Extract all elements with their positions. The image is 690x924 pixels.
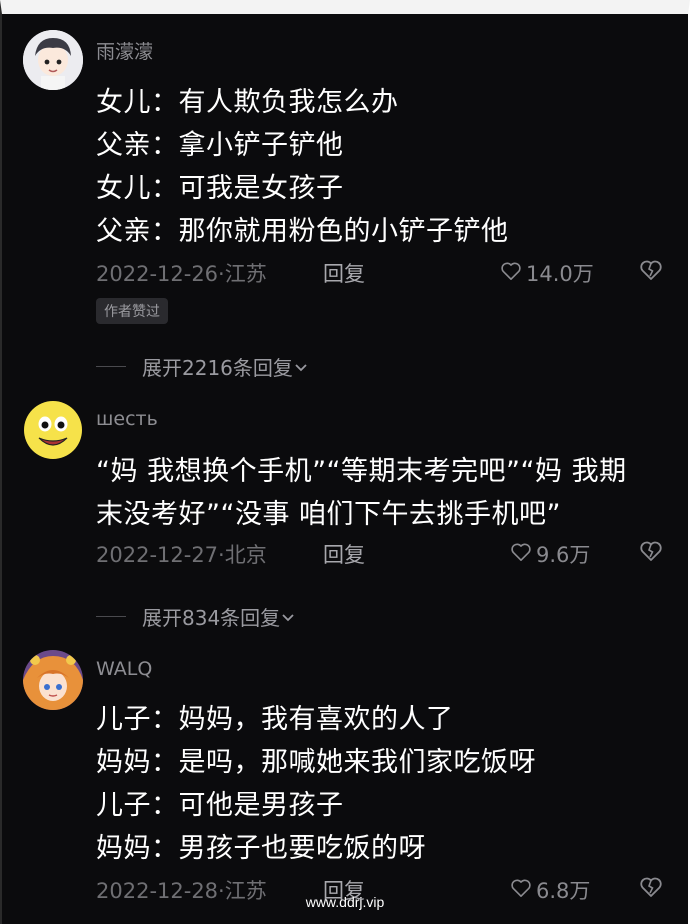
- comment-text-line: 父亲：那你就用粉色的小铲子铲他: [96, 216, 509, 247]
- like-count: 9.6万: [536, 543, 591, 567]
- divider: [96, 616, 126, 617]
- heart-outline-icon: [500, 261, 522, 286]
- like-button[interactable]: 9.6万: [510, 539, 590, 569]
- comment-text-line: 妈妈：是吗，那喊她来我们家吃饭呀: [96, 747, 536, 778]
- avatar[interactable]: [23, 400, 83, 460]
- expand-replies-label: 展开834条回复: [142, 606, 281, 630]
- chevron-down-icon: [293, 355, 309, 379]
- comment-text-line: 儿子：妈妈，我有喜欢的人了: [96, 704, 454, 735]
- heart-outline-icon: [510, 542, 532, 567]
- reply-button[interactable]: 回复: [323, 258, 365, 288]
- comment-text-line: 妈妈：男孩子也要吃饭的呀: [96, 833, 426, 864]
- comment-text-line: 女儿：可我是女孩子: [96, 173, 344, 204]
- comment-text-line: 父亲：拿小铲子铲他: [96, 130, 344, 161]
- reply-button[interactable]: 回复: [323, 539, 365, 569]
- like-button[interactable]: 14.0万: [500, 258, 594, 288]
- watermark: www.ddrj.vip: [305, 894, 385, 910]
- divider: [96, 366, 126, 367]
- author-liked-badge: 作者赞过: [96, 298, 168, 324]
- comment-date-location: 2022-12-27·北京: [96, 543, 267, 567]
- username[interactable]: WALQ: [96, 658, 152, 680]
- chevron-down-icon: [280, 605, 296, 629]
- expand-replies-label: 展开2216条回复: [142, 356, 293, 380]
- comment-date-location: 2022-12-26·江苏: [96, 262, 267, 286]
- broken-heart-icon[interactable]: [639, 540, 663, 566]
- avatar[interactable]: [23, 650, 83, 710]
- comment-text-line: 儿子：可他是男孩子: [96, 790, 344, 821]
- comment-text-line: 末没考好”“没事 咱们下午去挑手机吧”: [96, 499, 562, 530]
- like-count: 14.0万: [526, 262, 594, 286]
- expand-replies-button[interactable]: 展开834条回复: [96, 602, 296, 631]
- comment-text-line: 女儿：有人欺负我怎么办: [96, 87, 399, 118]
- username[interactable]: 雨濛濛: [96, 37, 153, 64]
- comment-text-line: “妈 我想换个手机”“等期末考完吧”“妈 我期: [96, 456, 627, 487]
- expand-replies-button[interactable]: 展开2216条回复: [96, 352, 309, 381]
- broken-heart-icon[interactable]: [639, 259, 663, 285]
- username[interactable]: шесть: [96, 408, 158, 430]
- avatar[interactable]: [23, 30, 83, 90]
